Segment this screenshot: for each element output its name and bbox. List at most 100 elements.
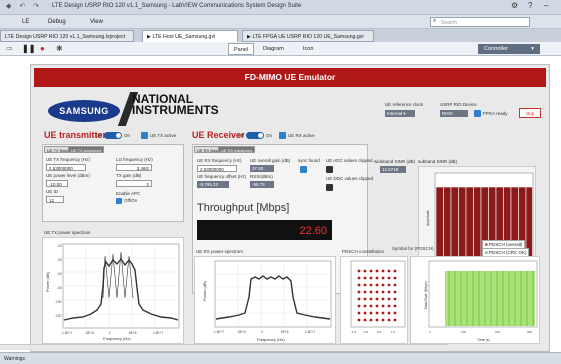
menu-item-le[interactable]: LE — [22, 19, 29, 25]
svg-text:-0.5: -0.5 — [363, 330, 369, 334]
pause-icon[interactable]: ❚❚ — [22, 44, 35, 53]
rx-freq-label: UE RX frequency (Hz) — [197, 158, 242, 163]
tab-rx-advanced[interactable]: UE RX Advanced — [218, 146, 255, 153]
controller-label: Controller — [484, 46, 508, 52]
tx-gain-field[interactable]: 2 — [116, 180, 152, 187]
ue-id-label: UE ID — [46, 189, 59, 194]
svg-text:300: 300 — [527, 330, 532, 334]
svg-text:-1.6E+7: -1.6E+7 — [213, 330, 224, 334]
ue-id-field[interactable]: 12 — [46, 196, 64, 203]
lo-freq-label: LO frequency (Hz) — [116, 157, 153, 162]
highlight-icon[interactable]: ✱ — [56, 44, 63, 53]
stop-button[interactable]: stop — [519, 108, 541, 118]
tab-diagram[interactable]: Diagram — [258, 43, 289, 55]
rx-freq-field[interactable]: 2.53000000 — [197, 165, 237, 172]
svg-text:0.5: 0.5 — [377, 330, 382, 334]
rx-spectrum-graph: Power (dB) Frequency (Hz) -1.6E+7 -8E+6 0 8… — [202, 260, 332, 342]
constellation-title: PDSCH constellation — [342, 249, 385, 254]
svg-text:0: 0 — [429, 330, 431, 334]
warnings-tab[interactable]: Warnings — [4, 356, 25, 362]
settings-icon[interactable]: ⚙ — [511, 1, 518, 10]
freq-offset-field: -8,795.23 — [197, 181, 229, 188]
svg-text:-120: -120 — [55, 314, 62, 318]
tx-spectrum-title: UE TX power spectrum — [44, 230, 91, 235]
wideband-sinr-field: 12.6719 — [380, 166, 406, 173]
svg-text:Power (dB): Power (dB) — [45, 271, 50, 292]
rx-spectrum-plot: Power (dB) Frequency (Hz) -1.6E+7 -8E+6 0 8… — [194, 256, 336, 344]
tx-active-led — [141, 132, 148, 139]
help-icon[interactable]: ? — [528, 1, 532, 10]
minimize-icon[interactable]: – — [544, 1, 548, 10]
apc-checkbox[interactable] — [116, 198, 122, 204]
sync-found-label: sync found — [298, 158, 320, 163]
tab-icon[interactable]: Icon — [298, 43, 318, 55]
menu-item-debug[interactable]: Debug — [48, 19, 66, 25]
tx-enable-toggle[interactable] — [104, 132, 122, 139]
tab-host-ue-label: LTE Host UE_Samsung.gvi — [152, 34, 216, 40]
ni-logo-line2: INSTRUMENTS — [132, 103, 219, 117]
tab-project[interactable]: LTE Design USRP RIO 120 v1.1_Samsung.lvp… — [0, 30, 134, 42]
rx-off-label: Off — [238, 133, 244, 138]
toolbar: ⇨ ❚❚ ● ✱ Panel Diagram Icon Controller ▾ — [0, 42, 561, 56]
apc-value: Off/On — [124, 198, 138, 203]
tx-on-label: On — [124, 133, 131, 138]
svg-text:0: 0 — [261, 330, 263, 334]
tx-freq-field[interactable]: 2.53000000 — [46, 164, 86, 171]
tx-gain-label: TX gain (dB) — [116, 173, 142, 178]
page-title: FD-MIMO UE Emulator — [244, 72, 336, 82]
search-input[interactable]: Search — [430, 17, 530, 27]
tx-active-label: UE TX active — [150, 133, 177, 138]
svg-text:-8E+6: -8E+6 — [85, 331, 94, 335]
tab-panel[interactable]: Panel — [228, 43, 255, 55]
device-select[interactable]: RIO0 — [440, 110, 468, 117]
rx-on-label: On — [266, 133, 273, 138]
svg-text:8E+6: 8E+6 — [129, 331, 137, 335]
run-arrow-icon[interactable]: ⇨ — [6, 44, 13, 53]
svg-text:Frequency (Hz): Frequency (Hz) — [103, 336, 131, 341]
tab-tx-advanced[interactable]: UE TX Advanced — [68, 146, 105, 153]
status-bar: Warnings — [0, 352, 561, 364]
svg-text:-100: -100 — [55, 300, 62, 304]
ddc-clipped-led — [326, 184, 333, 191]
ni-logo: NATIONAL INSTRUMENTS — [132, 93, 219, 117]
svg-text:Amplitude: Amplitude — [426, 210, 430, 226]
constellation-plot: -1.5 -0.5 0.5 1.5 — [340, 256, 408, 344]
subband-sinr-label: subband SINR (dB) — [418, 159, 458, 164]
title-bar: ◆ ↶ ↷ LTE Design USRP RIO 120 v1.1_Samsu… — [0, 0, 561, 15]
svg-text:-60: -60 — [57, 272, 62, 276]
rx-active-led — [279, 132, 286, 139]
ref-clock-label: UE reference clock — [385, 102, 424, 107]
svg-text:-1.6E+7: -1.6E+7 — [61, 331, 72, 335]
ref-clock-select[interactable]: Internal ▾ — [385, 110, 415, 117]
tab-host-ue[interactable]: ▶ LTE Host UE_Samsung.gvi — [142, 30, 238, 42]
controller-button[interactable]: Controller ▾ — [478, 44, 540, 54]
rssi-field: -58.75 — [250, 181, 274, 188]
svg-text:-8E+6: -8E+6 — [237, 330, 246, 334]
menu-item-view[interactable]: View — [90, 19, 103, 25]
tab-fpga-ue[interactable]: ▶ LTE FPGA UE USRP RIO 120 UE_Samsung.gv… — [242, 30, 374, 42]
pdsch-symbols-graph: Data Rate (Mbps) Time (s) 0 100 200 300 — [424, 260, 538, 342]
svg-text:Power (dB): Power (dB) — [202, 280, 207, 301]
header-banner: FD-MIMO UE Emulator — [34, 68, 546, 87]
device-label: USRP RIO Device — [440, 102, 477, 107]
power-level-field[interactable]: -10.00 — [46, 180, 68, 187]
tx-spectrum-plot: Power (dB) Frequency (Hz) -20 -40 -60 -80 -1… — [42, 237, 184, 344]
menu-bar: LE Debug View Search ⌕ — [0, 15, 561, 29]
rx-enable-toggle[interactable] — [246, 132, 264, 139]
abort-icon[interactable]: ● — [40, 44, 45, 53]
window-title: LTE Design USRP RIO 120 v1.1_Samsung - L… — [52, 3, 302, 9]
svg-text:200: 200 — [495, 330, 500, 334]
svg-text:0: 0 — [109, 331, 111, 335]
adc-clipped-led — [326, 166, 333, 173]
tab-fpga-ue-label: LTE FPGA UE USRP RIO 120 UE_Samsung.gvi — [252, 34, 364, 40]
front-panel-canvas: FD-MIMO UE Emulator SAMSUNG NATIONAL INS… — [0, 56, 561, 352]
tx-freq-label: UE TX frequency (Hz) — [46, 157, 90, 162]
rx-active-label: UE RX active — [288, 133, 315, 138]
fpga-ready-led — [474, 110, 481, 117]
svg-text:-80: -80 — [57, 286, 62, 290]
quick-access-icons[interactable]: ◆ ↶ ↷ — [6, 2, 46, 12]
ref-clock-value: Internal — [387, 111, 403, 116]
apc-label: Enable APC — [116, 191, 141, 196]
logo-area: SAMSUNG NATIONAL INSTRUMENTS — [48, 92, 238, 132]
horizontal-scrollbar[interactable] — [0, 344, 448, 350]
